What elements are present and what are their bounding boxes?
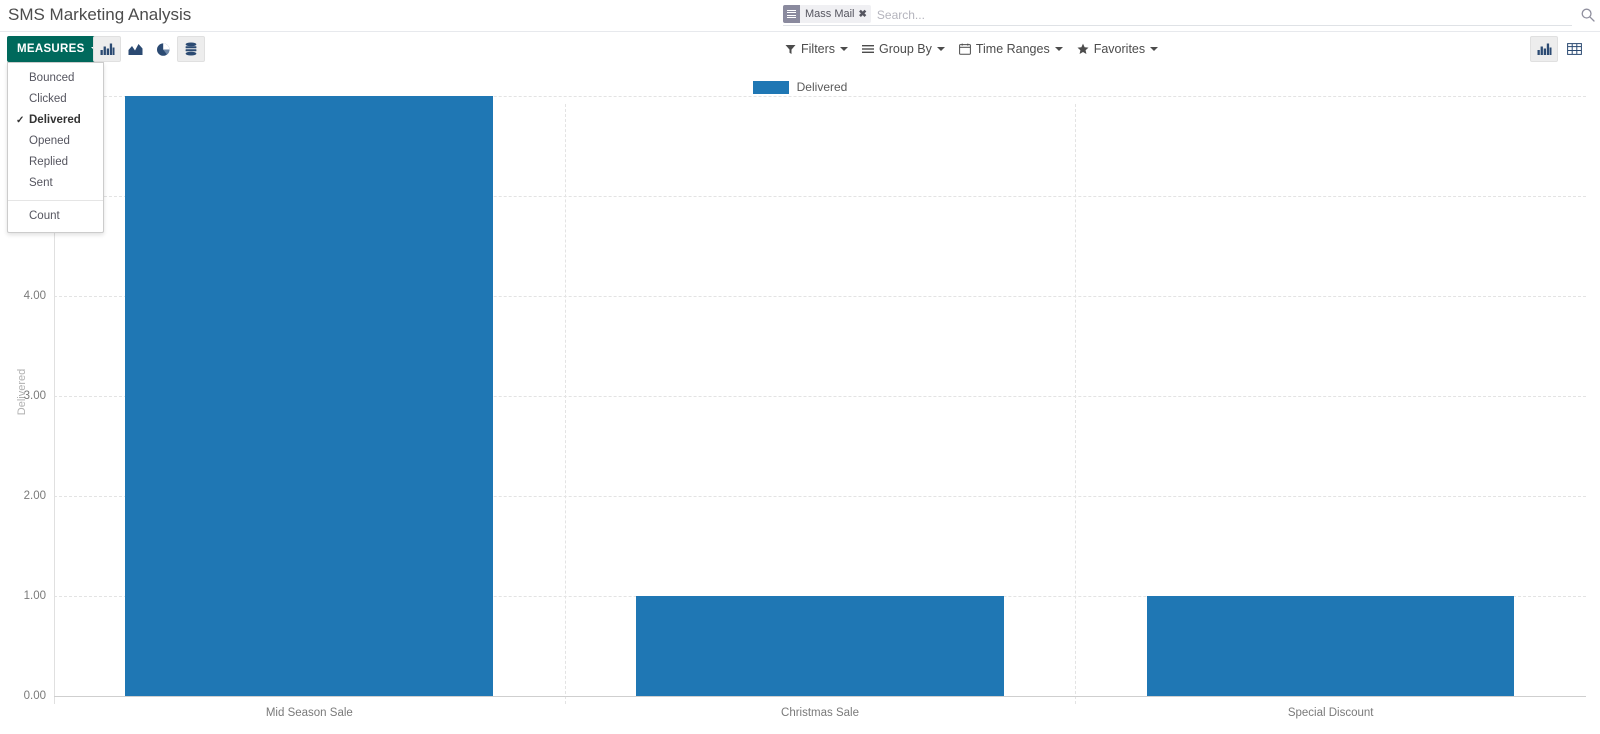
measures-item-label: Sent <box>29 177 53 189</box>
calendar-icon <box>958 43 971 55</box>
measures-dropdown: Bounced Clicked ✓ Delivered Opened Repli… <box>7 62 104 233</box>
measures-item-sent[interactable]: Sent <box>8 173 103 194</box>
x-axis-tick-label: Special Discount <box>1287 707 1374 719</box>
control-panel-bottom-row: MEASURES Filters Group By Time Ranges Fa… <box>0 32 1600 233</box>
filters-menu[interactable]: Filters <box>780 38 853 60</box>
x-gridline <box>1075 104 1077 704</box>
measures-item-opened[interactable]: Opened <box>8 131 103 152</box>
chevron-down-icon <box>1054 47 1063 51</box>
favorites-menu-label: Favorites <box>1093 42 1146 56</box>
group-by-menu[interactable]: Group By <box>857 38 950 60</box>
measures-item-bounced[interactable]: Bounced <box>8 68 103 89</box>
y-axis-tick-label: 4.00 <box>23 290 46 302</box>
y-axis-tick-label: 1.00 <box>23 590 46 602</box>
star-icon <box>1077 43 1089 55</box>
measures-item-delivered[interactable]: ✓ Delivered <box>8 110 103 131</box>
control-panel-top-row: SMS Marketing Analysis Mass Mail ✖ <box>0 0 1600 32</box>
measures-item-label: Count <box>29 210 60 222</box>
measures-item-label: Bounced <box>29 72 75 84</box>
chart-bar[interactable] <box>125 96 494 696</box>
pie-chart-icon[interactable] <box>149 36 177 62</box>
y-axis-tick-label: 0.00 <box>23 690 46 702</box>
list-bars-icon <box>783 5 800 23</box>
filter-menu-group: Filters Group By Time Ranges Favorites <box>780 36 1163 62</box>
x-axis-line <box>54 696 1586 697</box>
chart-bar[interactable] <box>636 596 1004 696</box>
group-bars-icon <box>862 44 875 55</box>
close-icon[interactable]: ✖ <box>857 5 871 23</box>
favorites-menu[interactable]: Favorites <box>1072 38 1163 60</box>
time-ranges-menu-label: Time Ranges <box>975 42 1050 56</box>
search-view[interactable]: Mass Mail ✖ <box>783 4 1572 26</box>
bar-chart-icon[interactable] <box>93 36 121 62</box>
chart-type-button-group <box>93 36 205 62</box>
search-input[interactable] <box>870 4 1572 25</box>
check-icon: ✓ <box>16 115 25 126</box>
line-chart-icon[interactable] <box>121 36 149 62</box>
funnel-icon <box>785 44 796 55</box>
chart-bar[interactable] <box>1146 596 1515 696</box>
graph-view-icon[interactable] <box>1530 36 1558 62</box>
x-axis-tick-label: Mid Season Sale <box>265 707 353 719</box>
search-icon[interactable] <box>1580 7 1596 23</box>
chevron-down-icon <box>840 47 849 51</box>
stacked-icon[interactable] <box>177 36 205 62</box>
pivot-view-icon[interactable] <box>1560 36 1588 62</box>
filters-menu-label: Filters <box>801 42 836 56</box>
y-axis-tick-label: 3.00 <box>23 390 46 402</box>
measures-item-replied[interactable]: Replied <box>8 152 103 173</box>
y-axis-tick-label: 2.00 <box>23 490 46 502</box>
graph-view: Delivered Delivered 0.00 1.00 2.00 3.00 4.00… <box>0 68 1600 734</box>
measures-item-label: Clicked <box>29 93 67 105</box>
chevron-down-icon <box>936 47 945 51</box>
chart-plot-area: Delivered 0.001.002.003.004.005.006.00Mi… <box>0 68 1600 734</box>
measures-item-clicked[interactable]: Clicked <box>8 89 103 110</box>
view-switcher <box>1530 36 1588 62</box>
measures-item-label: Replied <box>29 156 68 168</box>
measures-item-count[interactable]: Count <box>8 206 103 227</box>
group-by-menu-label: Group By <box>879 42 932 56</box>
measures-item-label: Delivered <box>29 114 81 126</box>
time-ranges-menu[interactable]: Time Ranges <box>954 38 1068 60</box>
x-gridline <box>564 104 566 704</box>
search-facet-label: Mass Mail <box>800 5 858 23</box>
control-panel: SMS Marketing Analysis Mass Mail ✖ MEASU… <box>0 0 1600 233</box>
x-axis-tick-label: Christmas Sale <box>781 707 859 719</box>
measures-item-label: Opened <box>29 135 70 147</box>
chevron-down-icon <box>1150 47 1159 51</box>
search-facet-mass-mail[interactable]: Mass Mail ✖ <box>783 5 871 23</box>
dropdown-divider <box>8 200 103 201</box>
page-title: SMS Marketing Analysis <box>8 5 192 24</box>
measures-button-label: MEASURES <box>17 43 85 55</box>
